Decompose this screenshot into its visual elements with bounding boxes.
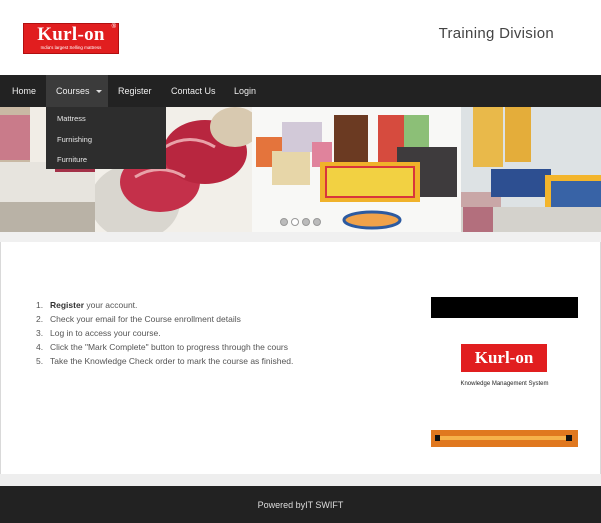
room-image (461, 107, 601, 232)
slider-dot-1[interactable] (280, 218, 288, 226)
nav-contact[interactable]: Contact Us (171, 75, 216, 107)
ad-caption: Knowledge Management System (460, 381, 549, 387)
nav-courses-label: Courses (56, 86, 90, 96)
registered-mark: ® (111, 24, 116, 30)
caret-down-icon (95, 90, 102, 94)
register-link[interactable]: Register (50, 300, 84, 310)
dropdown-item-furnishing[interactable]: Furnishing (57, 135, 92, 144)
powered-by-text: Powered byIT SWIFT (257, 500, 344, 510)
nav-login[interactable]: Login (234, 75, 256, 107)
slide-image-room (461, 107, 601, 232)
slide-image-bedroom (252, 107, 461, 232)
division-title: Training Division (438, 25, 554, 42)
step-item: 2. Check your email for the Course enroll… (36, 314, 241, 324)
slider-dot-3[interactable] (302, 218, 310, 226)
ad-progress-track (437, 436, 572, 440)
footer-top-band (0, 474, 601, 486)
dropdown-item-furniture[interactable]: Furniture (57, 155, 87, 164)
kms-ad-widget[interactable]: Kurl-on Knowledge Management System (431, 297, 578, 450)
step-item: 5. Take the Knowledge Check order to mark… (36, 356, 294, 366)
logo-word: Kurl-on (37, 24, 105, 45)
step-item: 3. Log in to access your course. (36, 328, 161, 338)
site-footer: Powered byIT SWIFT (0, 486, 601, 523)
ad-progress-right-cap (566, 435, 572, 441)
courses-dropdown-menu: Mattress Furnishing Furniture (46, 107, 166, 169)
enrollment-steps: 1. Register your account. 2. Check your em… (36, 298, 366, 368)
ad-black-bar (431, 297, 578, 318)
step-item: 1. Register your account. (36, 300, 138, 310)
main-nav: Home Courses Register Contact Us Login (0, 75, 601, 107)
nav-home[interactable]: Home (12, 75, 36, 107)
slider-dot-4[interactable] (313, 218, 321, 226)
step-item: 4. Click the "Mark Complete" button to pr… (36, 342, 289, 352)
dropdown-item-mattress[interactable]: Mattress (57, 114, 86, 123)
slider-bottom-band (0, 232, 601, 242)
kurlon-logo[interactable]: Kurl-on ® India's largest Selling mattre… (23, 23, 119, 54)
nav-register[interactable]: Register (118, 75, 152, 107)
nav-courses[interactable]: Courses (46, 75, 108, 107)
bedroom-image (252, 107, 461, 232)
ad-kurlon-logo: Kurl-on (461, 344, 547, 372)
slider-dot-2[interactable] (291, 218, 299, 226)
logo-tagline: India's largest Selling mattress (40, 45, 102, 50)
ad-progress-left-cap (435, 435, 440, 441)
site-header: Kurl-on ® India's largest Selling mattre… (0, 0, 601, 75)
